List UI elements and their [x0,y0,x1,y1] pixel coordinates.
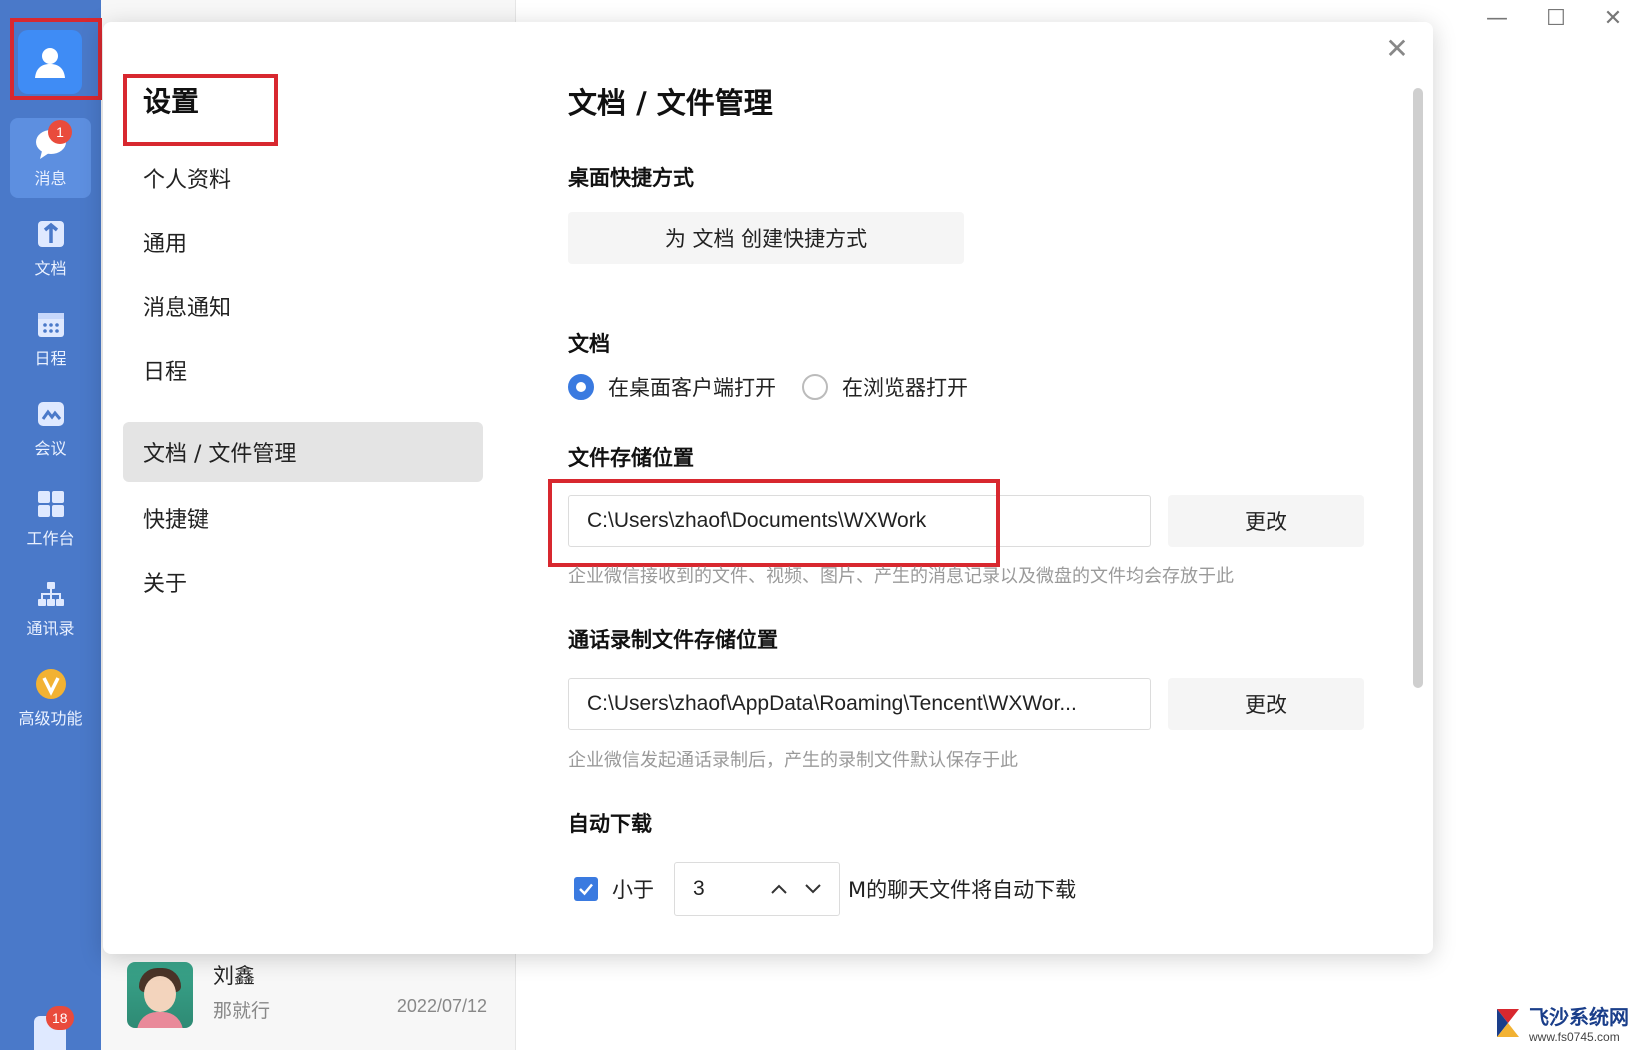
settings-dialog: ✕ 设置 个人资料 通用 消息通知 日程 文档 / 文件管理 快捷键 关于 文档… [103,22,1433,954]
change-storage-button[interactable]: 更改 [1168,495,1364,547]
size-prefix: 小于 [612,878,654,902]
radio-browser[interactable] [802,374,828,400]
settings-scrollbar[interactable] [1413,88,1423,688]
storage-heading: 文件存储位置 [568,446,694,470]
size-value: 3 [693,877,705,900]
contact-name: 刘鑫 [213,964,255,988]
maximize-button[interactable]: ☐ [1536,6,1576,31]
rail-label-calendar: 日程 [34,349,67,368]
rail-item-docs[interactable]: 文档 [10,208,91,288]
radio-label-browser: 在浏览器打开 [842,376,968,400]
check-icon [579,883,593,896]
recording-path-field[interactable]: C:\Users\zhaof\AppData\Roaming\Tencent\W… [568,678,1151,730]
storage-hint: 企业微信接收到的文件、视频、图片、产生的消息记录以及微盘的文件均会存放于此 [568,566,1234,587]
nav-item-file-management[interactable]: 文档 / 文件管理 [123,422,483,482]
rail-label-contacts: 通讯录 [26,619,75,638]
recording-heading: 通话录制文件存储位置 [568,628,778,652]
rail-item-advanced[interactable]: 高级功能 [10,658,91,738]
chevron-down-icon[interactable] [801,877,825,901]
rail-label-docs: 文档 [34,259,67,278]
nav-item-notifications[interactable]: 消息通知 [123,276,483,336]
recording-hint: 企业微信发起通话录制后，产生的录制文件默认保存于此 [568,750,1018,771]
nav-item-general[interactable]: 通用 [123,212,483,272]
nav-item-shortcuts[interactable]: 快捷键 [123,488,483,548]
highlight-avatar [10,18,102,100]
watermark-url: www.fs0745.com [1529,1030,1620,1044]
rail-label-workbench: 工作台 [26,529,75,548]
site-logo-icon [1497,1008,1519,1037]
rail-label-meeting: 会议 [34,439,67,458]
radio-desktop-client[interactable] [568,374,594,400]
window-close-button[interactable]: ✕ [1593,6,1633,31]
avatar [127,962,193,1028]
left-navigation-rail: 消息 1 文档 日程 会议 工作台 通讯录 高级功能 18 [0,0,102,1050]
document-icon [34,217,68,251]
docs-open-options: 在桌面客户端打开 在浏览器打开 [568,372,994,402]
auto-download-row: 小于 3 M的聊天文件将自动下载 [568,862,1076,916]
unread-badge: 1 [48,120,72,144]
chevron-up-icon[interactable] [767,877,791,901]
last-message: 那就行 [213,1000,271,1022]
change-recording-button[interactable]: 更改 [1168,678,1364,730]
bottom-unread-badge: 18 [46,1006,74,1030]
rail-label-advanced: 高级功能 [18,709,83,728]
rail-item-workbench[interactable]: 工作台 [10,478,91,558]
settings-content: 文档 / 文件管理 桌面快捷方式 为 文档 创建快捷方式 文档 在桌面客户端打开… [548,22,1368,954]
create-shortcut-button[interactable]: 为 文档 创建快捷方式 [568,212,964,264]
conversation-item[interactable]: 刘鑫 那就行 2022/07/12 [127,960,487,1040]
message-date: 2022/07/12 [396,996,487,1016]
rail-item-contacts[interactable]: 通讯录 [10,568,91,648]
grid-icon [34,487,68,521]
dialog-close-button[interactable]: ✕ [1379,30,1415,66]
auto-download-checkbox[interactable] [574,877,598,901]
radio-label-desktop: 在桌面客户端打开 [608,376,776,400]
highlight-storage-path [548,479,1000,567]
page-title: 文档 / 文件管理 [568,86,773,120]
org-chart-icon [34,577,68,611]
minimize-button[interactable]: — [1477,6,1517,31]
nav-item-about[interactable]: 关于 [123,552,483,612]
nav-item-calendar[interactable]: 日程 [123,340,483,400]
meeting-icon [34,397,68,431]
nav-item-profile[interactable]: 个人资料 [123,148,483,208]
calendar-icon [34,307,68,341]
rail-item-meeting[interactable]: 会议 [10,388,91,468]
highlight-settings-title [123,74,278,146]
size-suffix: M的聊天文件将自动下载 [848,878,1077,902]
watermark: 飞沙系统网 www.fs0745.com [1493,1001,1629,1044]
auto-download-heading: 自动下载 [568,812,652,836]
size-limit-stepper[interactable]: 3 [674,862,840,916]
vip-icon [34,667,68,701]
shortcut-heading: 桌面快捷方式 [568,166,694,190]
watermark-title: 飞沙系统网 [1529,1005,1629,1029]
rail-item-calendar[interactable]: 日程 [10,298,91,378]
docs-heading: 文档 [568,332,610,356]
rail-label-messages: 消息 [34,169,67,188]
